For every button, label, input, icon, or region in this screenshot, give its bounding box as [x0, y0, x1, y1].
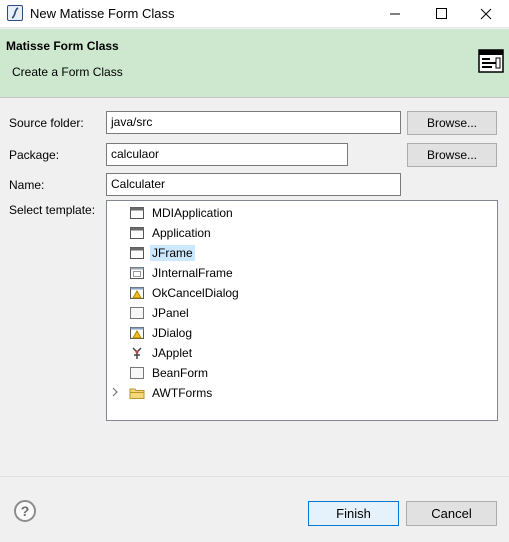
wizard-subtitle: Create a Form Class	[12, 65, 123, 79]
wizard-header: Matisse Form Class Create a Form Class	[0, 29, 509, 98]
applet-icon	[129, 345, 145, 361]
frame-icon	[129, 205, 145, 221]
tree-item-label: BeanForm	[152, 365, 209, 380]
cancel-button[interactable]: Cancel	[406, 501, 497, 526]
name-label: Name:	[9, 178, 45, 192]
title-bar: New Matisse Form Class	[0, 0, 509, 28]
folder-icon	[129, 385, 145, 401]
tree-item-mdiapplication[interactable]: MDIApplication	[129, 203, 235, 222]
window-title: New Matisse Form Class	[30, 6, 175, 21]
tree-item-jframe[interactable]: JFrame	[129, 243, 195, 262]
source-folder-browse-button[interactable]: Browse...	[407, 111, 497, 135]
tree-item-label: OkCancelDialog	[152, 285, 239, 300]
select-template-label: Select template:	[9, 203, 96, 217]
maximize-button[interactable]	[418, 0, 464, 28]
bean-icon	[129, 365, 145, 381]
source-folder-input[interactable]: java/src	[106, 111, 401, 134]
dialog-warning-icon	[129, 325, 145, 341]
app-icon	[7, 5, 23, 21]
help-icon[interactable]: ?	[14, 500, 36, 522]
panel-icon	[129, 305, 145, 321]
package-browse-button[interactable]: Browse...	[407, 143, 497, 167]
tree-item-jinternalframe[interactable]: JInternalFrame	[129, 263, 235, 282]
package-input[interactable]: calculaor	[106, 143, 348, 166]
tree-item-japplet[interactable]: JApplet	[129, 343, 194, 362]
tree-item-label: JPanel	[152, 305, 189, 320]
tree-item-okcanceldialog[interactable]: OkCancelDialog	[129, 283, 241, 302]
dialog-warning-icon	[129, 285, 145, 301]
tree-item-label: JApplet	[152, 345, 193, 360]
form-window-icon	[477, 47, 505, 75]
minimize-button[interactable]	[372, 0, 418, 28]
package-label: Package:	[9, 148, 60, 162]
finish-button[interactable]: Finish	[308, 501, 399, 526]
tree-item-awtforms[interactable]: AWTForms	[129, 383, 214, 402]
chevron-right-icon[interactable]	[110, 387, 120, 397]
internal-frame-icon	[129, 265, 145, 281]
tree-item-label: JInternalFrame	[152, 265, 233, 280]
tree-item-beanform[interactable]: BeanForm	[129, 363, 210, 382]
tree-item-label: Application	[152, 225, 211, 240]
source-folder-label: Source folder:	[9, 116, 84, 130]
tree-item-application[interactable]: Application	[129, 223, 213, 242]
tree-item-label: JFrame	[150, 244, 195, 261]
tree-item-label: MDIApplication	[152, 205, 233, 220]
tree-item-label: JDialog	[152, 325, 193, 340]
frame-icon	[129, 225, 145, 241]
wizard-title: Matisse Form Class	[6, 39, 119, 53]
name-input[interactable]: Calculater	[106, 173, 401, 196]
tree-item-jdialog[interactable]: JDialog	[129, 323, 194, 342]
tree-item-jpanel[interactable]: JPanel	[129, 303, 191, 322]
tree-item-label: AWTForms	[152, 385, 213, 400]
footer-separator	[0, 476, 509, 477]
frame-icon	[129, 245, 145, 261]
close-button[interactable]	[463, 0, 509, 28]
